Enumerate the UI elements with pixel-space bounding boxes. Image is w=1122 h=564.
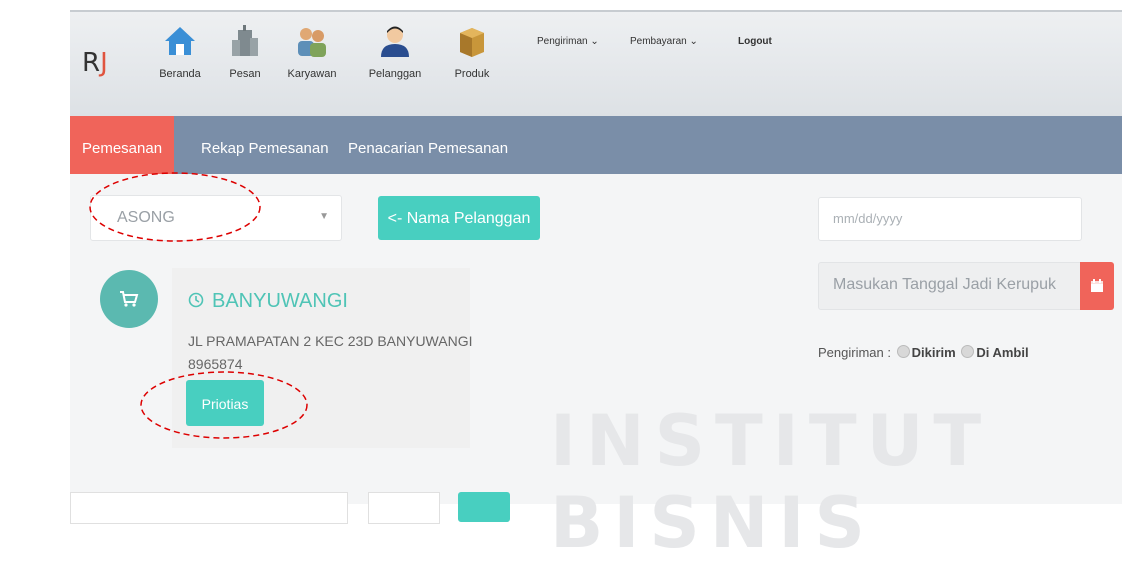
bottom-input-1[interactable] [70, 492, 348, 524]
annotation-ellipse-select [89, 172, 261, 242]
bottom-button[interactable] [458, 492, 510, 522]
annotation-overlay [89, 172, 308, 439]
bottom-input-2[interactable] [368, 492, 440, 524]
annotation-ellipse-priority [140, 371, 308, 439]
